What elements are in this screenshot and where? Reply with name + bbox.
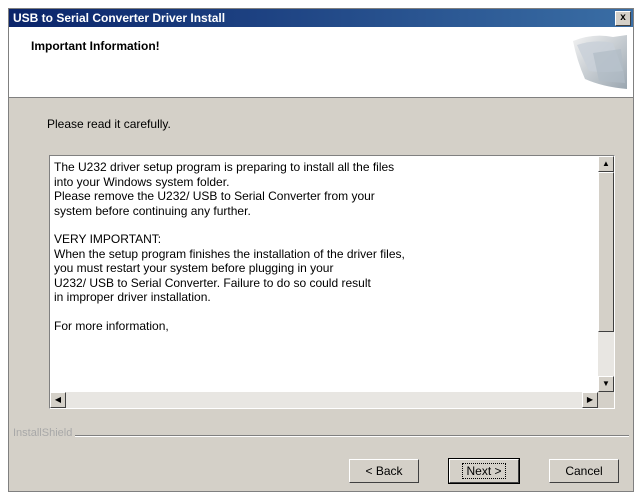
- scroll-right-icon[interactable]: ▶: [582, 392, 598, 408]
- window-title: USB to Serial Converter Driver Install: [13, 11, 226, 25]
- installshield-brand: InstallShield: [13, 427, 76, 439]
- scroll-left-icon[interactable]: ◀: [50, 392, 66, 408]
- instruction-text: Please read it carefully.: [47, 117, 171, 131]
- vertical-scrollbar[interactable]: ▲ ▼: [598, 156, 614, 392]
- info-paragraph-2: VERY IMPORTANT: When the setup program f…: [54, 232, 405, 304]
- information-textbox[interactable]: The U232 driver setup program is prepari…: [49, 155, 615, 409]
- footer-divider: [51, 435, 629, 437]
- close-button[interactable]: x: [615, 11, 631, 26]
- information-text: The U232 driver setup program is prepari…: [50, 156, 598, 392]
- scroll-up-icon[interactable]: ▲: [598, 156, 614, 172]
- header-title: Important Information!: [31, 39, 160, 53]
- next-button[interactable]: Next >: [448, 458, 520, 484]
- installer-window: USB to Serial Converter Driver Install x…: [8, 8, 634, 492]
- back-button[interactable]: < Back: [349, 459, 419, 483]
- info-paragraph-3: For more information,: [54, 318, 169, 333]
- horizontal-scrollbar[interactable]: ◀ ▶: [50, 392, 598, 408]
- scroll-thumb[interactable]: [598, 172, 614, 332]
- header-panel: Important Information!: [9, 27, 633, 98]
- scroll-down-icon[interactable]: ▼: [598, 376, 614, 392]
- next-button-label: Next >: [462, 463, 506, 479]
- scroll-corner: [598, 392, 614, 408]
- cancel-button[interactable]: Cancel: [549, 459, 619, 483]
- info-paragraph-1: The U232 driver setup program is prepari…: [54, 160, 395, 218]
- title-bar[interactable]: USB to Serial Converter Driver Install x: [9, 9, 633, 27]
- installer-banner-icon: [573, 35, 627, 89]
